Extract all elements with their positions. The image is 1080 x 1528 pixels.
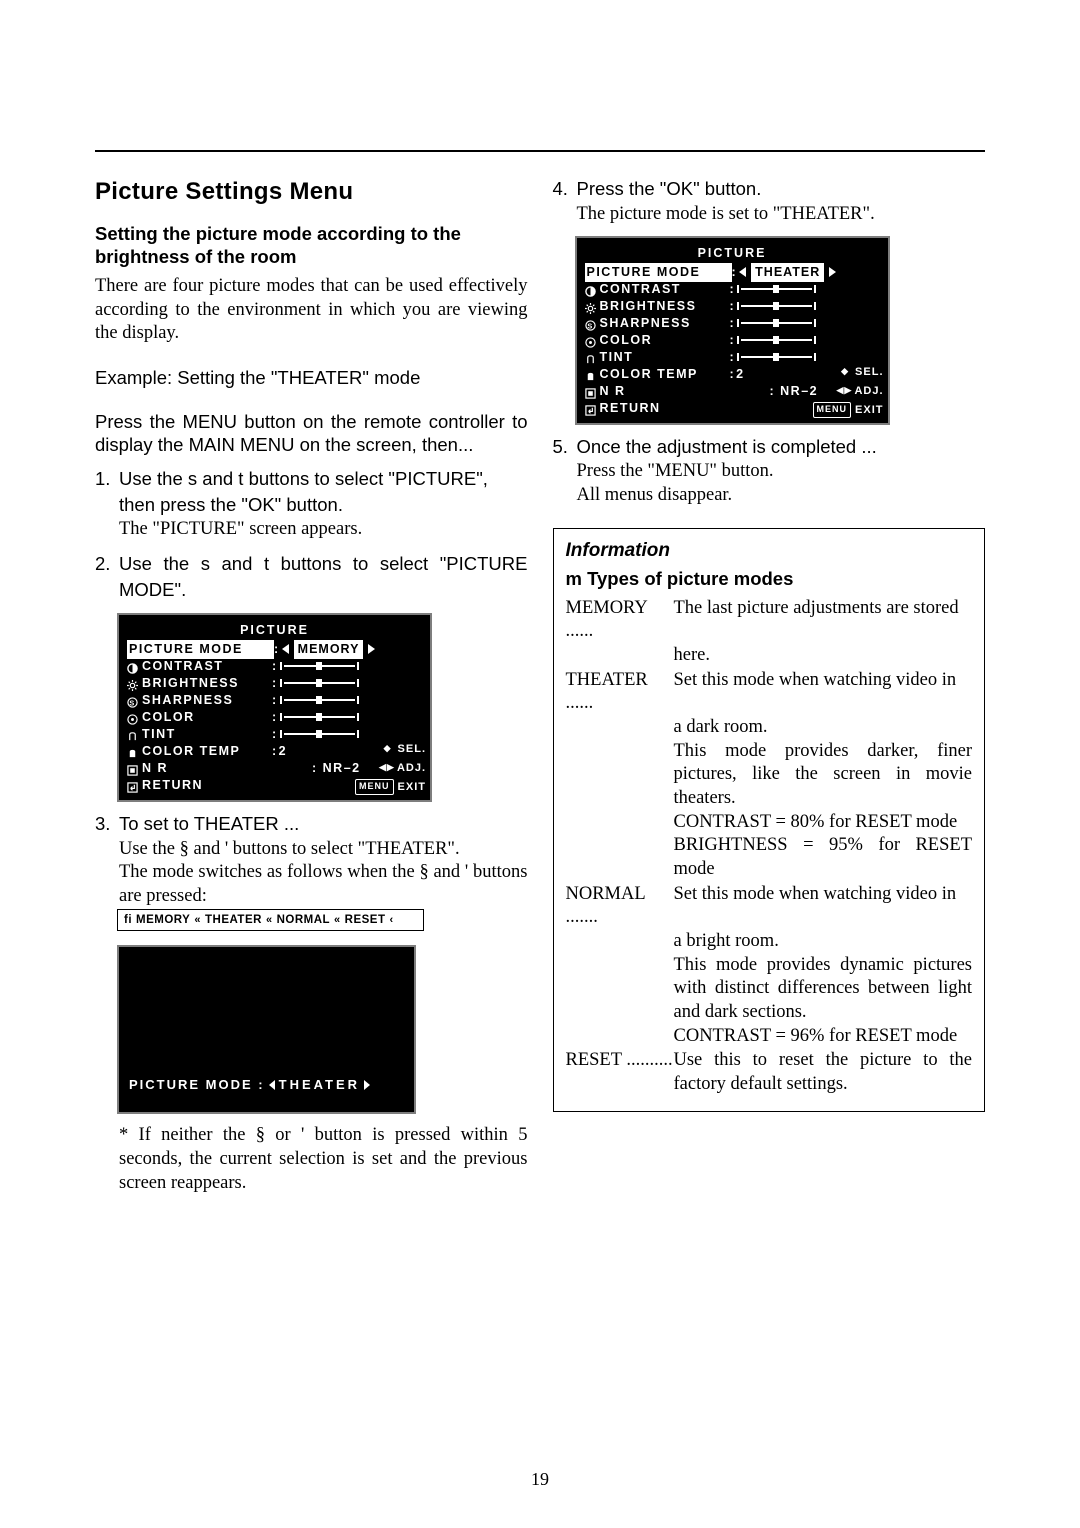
brightness-icon [585, 301, 596, 312]
osd-picture-theater: PICTURE PICTURE MODE : THEATER CONTRAST:… [575, 236, 890, 424]
svg-text:S: S [129, 698, 135, 707]
step-3-b: The mode switches as follows when the § … [119, 861, 528, 908]
menu-badge-icon: MENU [813, 402, 852, 418]
right-column: 4. Press the "OK" button. The picture mo… [553, 177, 986, 1195]
step-4-b: The picture mode is set to "THEATER". [577, 204, 875, 224]
intro-body: There are four picture modes that can be… [95, 275, 528, 346]
step-3-head: To set to THEATER ... [119, 813, 299, 834]
step-5-b: Press the "MENU" button. [577, 461, 774, 481]
page: Picture Settings Menu Setting the pictur… [0, 0, 1080, 1528]
colortemp-icon [585, 369, 596, 380]
intro-bold: Setting the picture mode according to th… [95, 222, 528, 269]
step-3-note: * If neither the § or ' button is presse… [95, 1124, 528, 1195]
osd2-row-picture-mode: PICTURE MODE : THEATER [585, 264, 880, 281]
left-column: Picture Settings Menu Setting the pictur… [95, 177, 528, 1195]
press-menu: Press the MENU button on the remote cont… [95, 410, 528, 457]
info-sub: m Types of picture modes [566, 567, 973, 591]
osd-row-picture-mode: PICTURE MODE : MEMORY [127, 641, 422, 658]
tint-icon [127, 729, 138, 740]
step-4: 4. Press the "OK" button. The picture mo… [553, 177, 986, 226]
step-3: 3. To set to THEATER ... Use the § and '… [95, 812, 528, 909]
osd2-hints: ◆SEL. ◀▶ADJ. MENUEXIT [813, 364, 884, 419]
theater-band: PICTURE MODE : THEATER [119, 1075, 414, 1095]
top-rule [95, 150, 985, 152]
info-heading: Information [566, 539, 973, 563]
section-heading: Picture Settings Menu [95, 177, 528, 208]
osd-title: PICTURE [127, 621, 422, 640]
sharpness-icon: S [127, 695, 138, 706]
nr-icon [585, 386, 596, 397]
page-number: 19 [0, 1469, 1080, 1490]
step-5: 5. Once the adjustment is completed ... … [553, 435, 986, 508]
step-1: 1. Use the s and t buttons to select "PI… [95, 467, 528, 542]
modes-list: MEMORY ......The last picture adjustment… [566, 597, 973, 1097]
updown-icon: ◆ [839, 367, 851, 377]
osd-mode-value: MEMORY [294, 640, 364, 659]
step-4-a: Press the "OK" button. [577, 178, 762, 199]
leftright-icon: ◀▶ [381, 763, 393, 773]
theater-preview: PICTURE MODE : THEATER [117, 945, 416, 1114]
contrast-icon [127, 661, 138, 672]
return-icon [585, 403, 596, 414]
svg-text:S: S [587, 321, 593, 330]
color-icon [127, 712, 138, 723]
step-5-a: Once the adjustment is completed ... [577, 436, 877, 457]
osd-hints: ◆SEL. ◀▶ADJ. MENUEXIT [355, 741, 426, 796]
contrast-icon [585, 284, 596, 295]
mode-cycle: fi MEMORY« THEATER« NORMAL« RESET‹ [117, 909, 424, 932]
osd-picture-memory: PICTURE PICTURE MODE : MEMORY CONTRAST: … [117, 613, 432, 801]
updown-icon: ◆ [382, 744, 394, 754]
step-2-text: Use the s and t buttons to select "PICTU… [119, 553, 528, 600]
step-3-a: Use the § and ' buttons to select "THEAT… [119, 839, 460, 859]
brightness-icon [127, 678, 138, 689]
return-icon [127, 780, 138, 791]
tint-icon [585, 352, 596, 363]
step-1-line-b: The "PICTURE" screen appears. [119, 519, 362, 539]
step-2: 2. Use the s and t buttons to select "PI… [95, 552, 528, 603]
nr-icon [127, 763, 138, 774]
colortemp-icon [127, 746, 138, 757]
step-5-c: All menus disappear. [577, 485, 733, 505]
leftright-icon: ◀▶ [838, 386, 850, 396]
step-1-line-a: Use the s and t buttons to select "PICTU… [119, 468, 488, 515]
columns: Picture Settings Menu Setting the pictur… [95, 177, 985, 1195]
color-icon [585, 335, 596, 346]
sharpness-icon: S [585, 318, 596, 329]
information-box: Information m Types of picture modes MEM… [553, 528, 986, 1112]
menu-badge-icon: MENU [355, 779, 394, 795]
example-line: Example: Setting the "THEATER" mode [95, 366, 528, 390]
